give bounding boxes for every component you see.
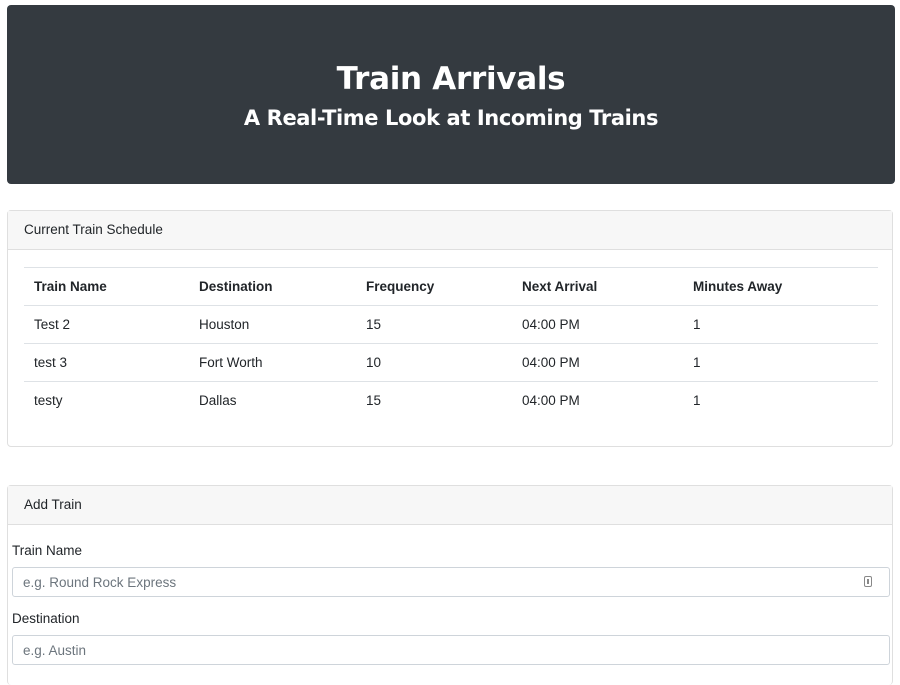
column-header-frequency: Frequency xyxy=(356,267,512,306)
cell-destination: Houston xyxy=(189,305,356,344)
cell-next-arrival: 04:00 PM xyxy=(512,343,683,382)
train-name-label: Train Name xyxy=(12,543,83,558)
destination-input[interactable] xyxy=(12,635,890,665)
table-row: testy Dallas 15 04:00 PM 1 xyxy=(24,381,878,419)
cell-train-name: Test 2 xyxy=(24,305,189,344)
column-header-minutes-away: Minutes Away xyxy=(683,267,878,306)
column-header-destination: Destination xyxy=(189,267,356,306)
table-header-row: Train Name Destination Frequency Next Ar… xyxy=(24,267,878,306)
cell-destination: Dallas xyxy=(189,381,356,419)
cell-train-name: test 3 xyxy=(24,343,189,382)
cell-next-arrival: 04:00 PM xyxy=(512,305,683,344)
train-name-input[interactable] xyxy=(12,567,890,597)
schedule-table: Train Name Destination Frequency Next Ar… xyxy=(24,267,878,419)
column-header-train-name: Train Name xyxy=(24,267,189,306)
table-row: Test 2 Houston 15 04:00 PM 1 xyxy=(24,305,878,344)
cell-destination: Fort Worth xyxy=(189,343,356,382)
page-subtitle: A Real-Time Look at Incoming Trains xyxy=(243,106,659,130)
cell-train-name: testy xyxy=(24,381,189,419)
cell-frequency: 15 xyxy=(356,381,512,419)
cell-frequency: 15 xyxy=(356,305,512,344)
cell-minutes-away: 1 xyxy=(683,381,878,419)
schedule-card: Current Train Schedule Train Name Destin… xyxy=(7,210,893,447)
cell-minutes-away: 1 xyxy=(683,305,878,344)
table-row: test 3 Fort Worth 10 04:00 PM 1 xyxy=(24,343,878,382)
add-train-card: Add Train Train Name Destination xyxy=(7,485,893,685)
password-manager-icon[interactable] xyxy=(864,576,872,587)
destination-label: Destination xyxy=(12,611,80,626)
add-train-card-header: Add Train xyxy=(8,486,892,525)
column-header-next-arrival: Next Arrival xyxy=(512,267,683,306)
cell-next-arrival: 04:00 PM xyxy=(512,381,683,419)
page-title: Train Arrivals xyxy=(336,61,566,97)
cell-frequency: 10 xyxy=(356,343,512,382)
cell-minutes-away: 1 xyxy=(683,343,878,382)
hero-banner: Train Arrivals A Real-Time Look at Incom… xyxy=(7,5,895,184)
schedule-card-header: Current Train Schedule xyxy=(8,211,892,250)
